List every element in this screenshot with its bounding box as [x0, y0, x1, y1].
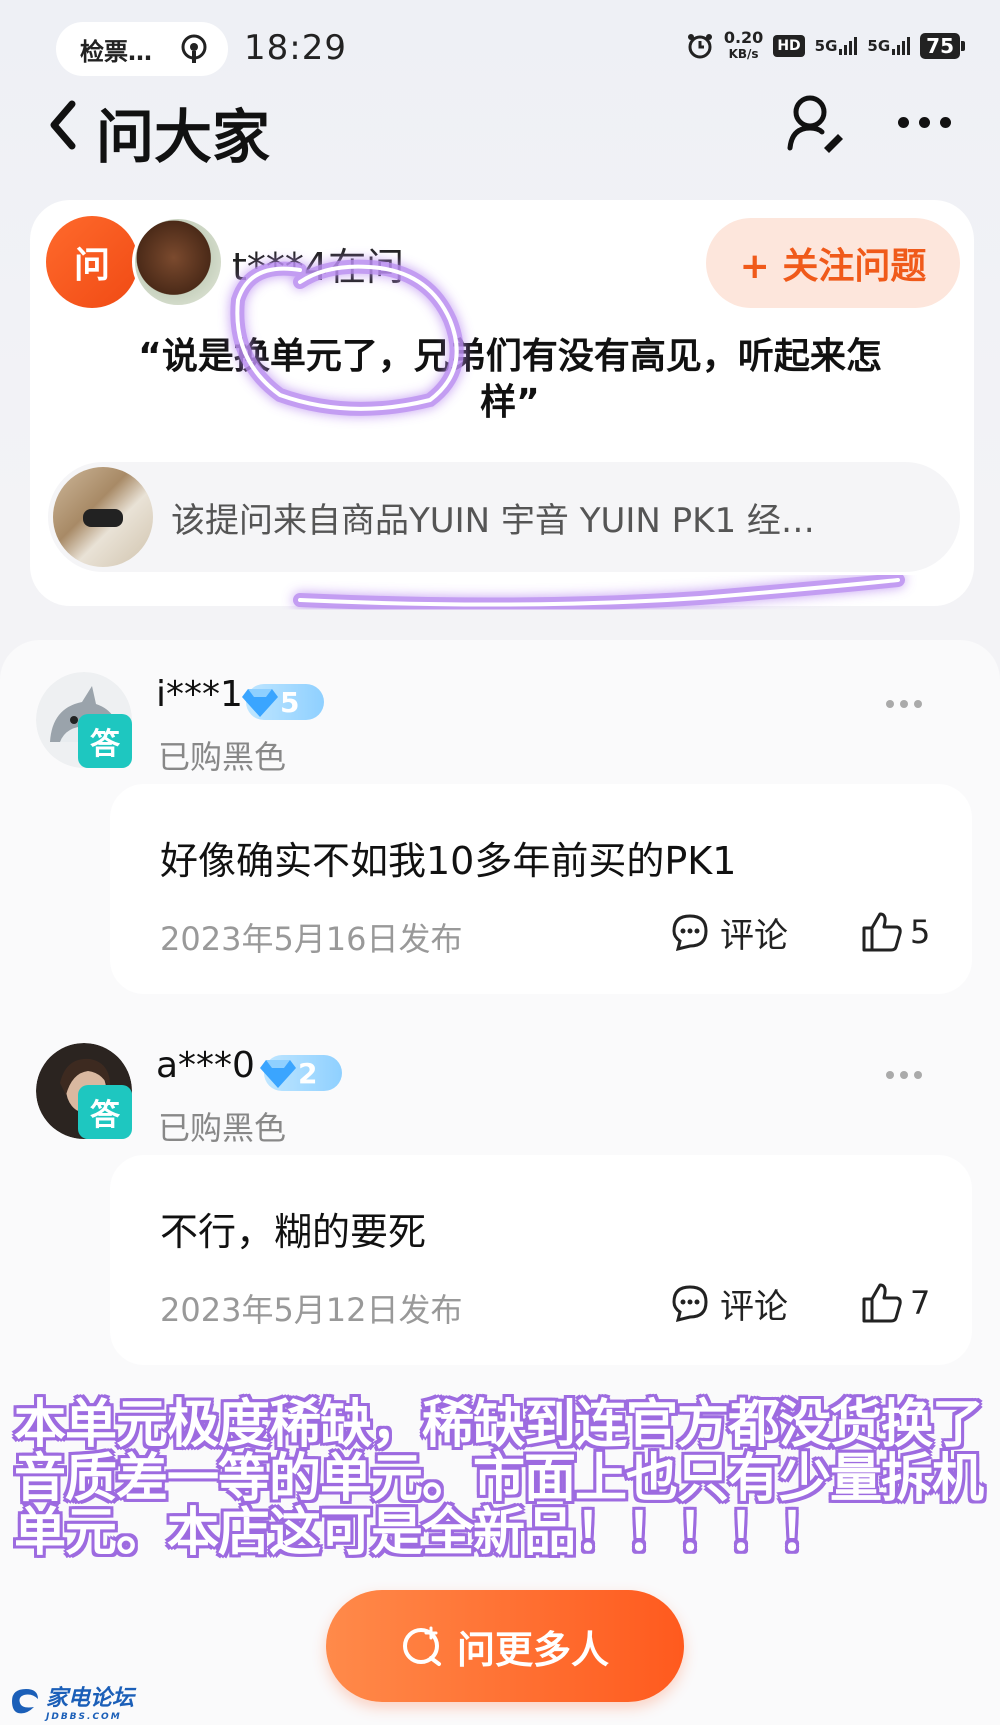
level-badge: 5	[242, 684, 324, 720]
answer-text: 不行，糊的要死	[160, 1210, 427, 1254]
page-title: 问大家	[96, 103, 271, 171]
product-link[interactable]: 该提问来自商品YUIN 宇音 YUIN PK1 经…	[48, 462, 960, 572]
answer-more-icon[interactable]	[886, 1071, 922, 1079]
comment-button[interactable]: 评论	[670, 1273, 788, 1333]
purchase-info: 已购黑色	[158, 738, 287, 776]
answer-text: 好像确实不如我10多年前买的PK1	[160, 839, 737, 883]
chevron-left-icon[interactable]	[42, 90, 82, 160]
battery-level: 75	[920, 33, 965, 59]
diamond-icon	[242, 689, 278, 717]
answerer-avatar[interactable]: 答	[36, 1043, 136, 1143]
ask-more-label: 问更多人	[456, 1627, 609, 1672]
thumbs-up-icon	[862, 1283, 902, 1323]
comment-label: 评论	[720, 915, 788, 956]
answer-tag: 答	[78, 1085, 132, 1139]
answer-content-card[interactable]: 不行，糊的要死 2023年5月12日发布 评论 7	[110, 1155, 972, 1365]
more-icon[interactable]	[898, 108, 958, 136]
signal-bars-icon	[839, 37, 858, 55]
thumbs-up-icon	[862, 912, 902, 952]
diamond-icon	[260, 1060, 296, 1088]
level-number: 5	[280, 685, 300, 719]
product-text: 该提问来自商品YUIN 宇音 YUIN PK1 经…	[171, 500, 815, 541]
ask-more-button[interactable]: 问更多人	[326, 1590, 684, 1702]
like-count: 5	[910, 913, 931, 951]
clock: 18:29	[244, 28, 347, 68]
promo-overlay-text: 本单元极度稀缺，稀缺到连官方都没货换了音质差一等的单元。市面上也只有少量拆机单元…	[14, 1395, 984, 1563]
answerer-name: i***1	[156, 674, 243, 715]
like-button[interactable]: 5	[860, 902, 930, 962]
answerer-avatar[interactable]: 答	[36, 672, 136, 772]
answer-item: 答 a***0 2 已购黑色 不行，糊的要死 2023年5月12日发布 评论 7	[0, 1043, 1000, 1383]
level-badge: 2	[260, 1055, 342, 1091]
net-speed-unit: KB/s	[728, 47, 759, 61]
watermark-domain: JDBBS.COM	[46, 1712, 122, 1722]
net-speed: 0.20 KB/s	[724, 30, 763, 62]
watermark-logo-icon	[12, 1689, 38, 1714]
comment-icon	[672, 914, 708, 952]
product-thumbnail	[53, 467, 153, 567]
signal-1-label: 5G	[814, 37, 838, 55]
net-speed-value: 0.20	[723, 28, 764, 47]
question-text: “说是换单元了，兄弟们有没有高见，听起来怎样”	[138, 336, 882, 423]
signal-1: 5G	[815, 37, 858, 55]
like-button[interactable]: 7	[860, 1273, 930, 1333]
like-count: 7	[910, 1284, 931, 1322]
comment-icon	[672, 1285, 708, 1323]
ticket-pill[interactable]: 检票…	[56, 22, 228, 76]
ask-badge: 问	[46, 216, 138, 308]
post-date: 2023年5月12日发布	[160, 1291, 463, 1329]
header: 问大家	[0, 80, 1000, 180]
question-card: 问 t***4在问 + 关注问题 “说是换单元了，兄弟们有没有高见，听起来怎样”…	[30, 200, 974, 606]
watermark: 家电论坛 JDBBS.COM	[8, 1680, 134, 1722]
answer-more-icon[interactable]	[886, 700, 922, 708]
watermark-name: 家电论坛	[46, 1686, 135, 1711]
answer-content-card[interactable]: 好像确实不如我10多年前买的PK1 2023年5月16日发布 评论 5	[110, 784, 972, 994]
hd-badge: HD	[773, 35, 805, 57]
answerer-name: a***0	[156, 1045, 255, 1086]
post-date: 2023年5月16日发布	[160, 920, 463, 958]
status-icons: 0.20 KB/s HD 5G 5G 75	[686, 30, 965, 62]
ticket-label: 检票…	[80, 37, 152, 66]
asker-avatar[interactable]	[132, 216, 224, 308]
alarm-icon	[687, 34, 712, 59]
signal-2: 5G	[867, 37, 911, 55]
rail-icon	[181, 34, 207, 63]
signal-2-label: 5G	[867, 37, 891, 55]
comment-label: 评论	[720, 1286, 788, 1327]
asker-name: t***4在问	[232, 245, 405, 289]
purchase-info: 已购黑色	[158, 1109, 287, 1147]
level-number: 2	[298, 1056, 318, 1090]
follow-question-button[interactable]: + 关注问题	[706, 218, 960, 308]
question-bubble-icon	[402, 1626, 441, 1666]
answer-tag: 答	[78, 714, 132, 768]
answer-item: 答 i***1 5 已购黑色 好像确实不如我10多年前买的PK1 2023年5月…	[0, 672, 1000, 1012]
user-search-icon[interactable]	[786, 92, 846, 154]
comment-button[interactable]: 评论	[670, 902, 788, 962]
signal-bars-icon	[892, 37, 911, 55]
